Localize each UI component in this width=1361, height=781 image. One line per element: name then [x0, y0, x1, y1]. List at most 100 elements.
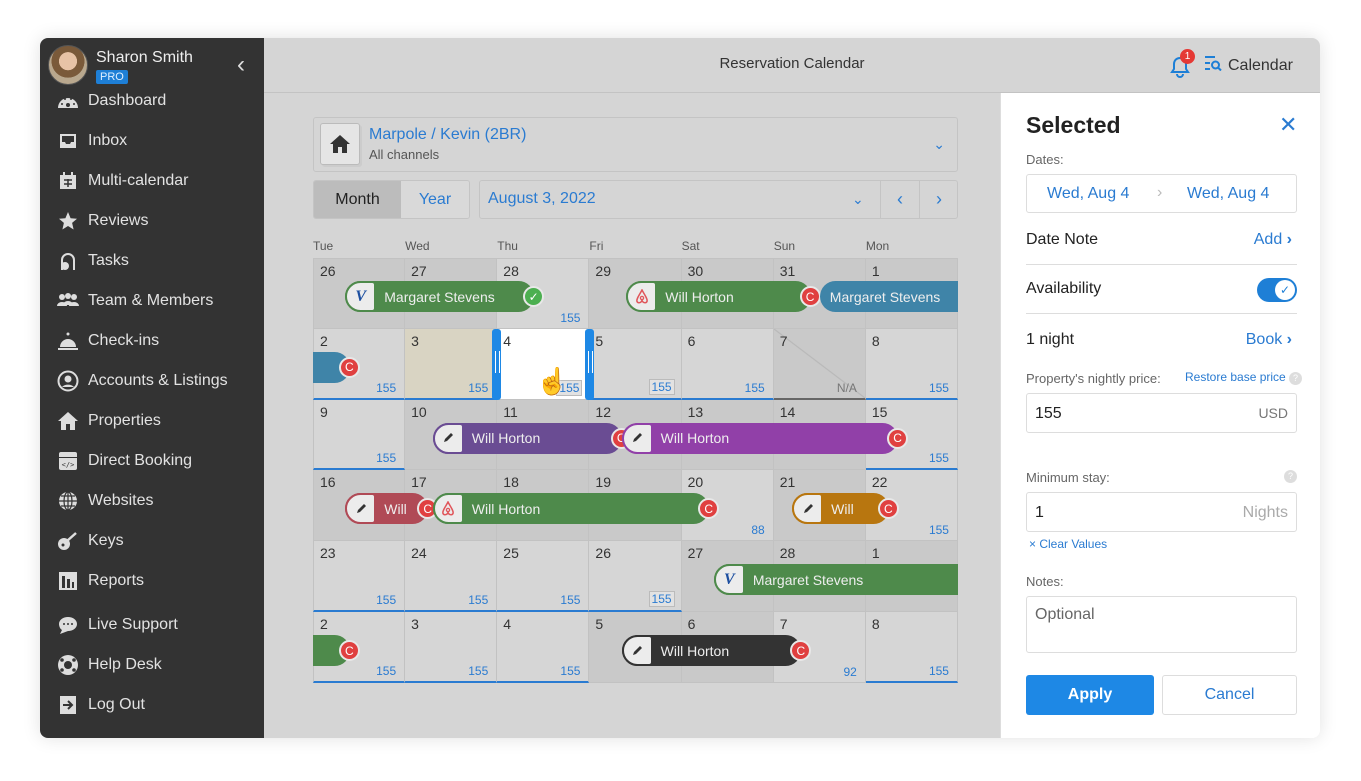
sidebar-item-label: Help Desk	[88, 656, 162, 673]
help-icon[interactable]: ?	[1284, 470, 1297, 483]
day-price: 155	[468, 380, 489, 395]
day-price: 155	[928, 380, 949, 395]
avatar[interactable]	[48, 45, 88, 85]
reservation-bar[interactable]: Will C	[792, 493, 899, 525]
calendar-day[interactable]: 25 155	[497, 541, 590, 612]
restore-base-price-link[interactable]: Restore base price ?	[1185, 370, 1303, 385]
day-number: 19	[595, 474, 611, 491]
calendar-day[interactable]: 8 155	[865, 612, 958, 683]
sidebar-item-log-out[interactable]: Log Out	[56, 690, 256, 720]
calendar-view-button[interactable]: Calendar	[1204, 55, 1293, 76]
day-price: 155	[928, 663, 949, 678]
sidebar-item-direct-booking[interactable]: </> Direct Booking	[56, 446, 256, 476]
calendar-day[interactable]: 26 155	[589, 541, 682, 612]
sidebar-item-dashboard[interactable]: Dashboard	[56, 86, 256, 116]
calendar-day[interactable]: 24 155	[405, 541, 498, 612]
sidebar-item-websites[interactable]: Websites	[56, 486, 256, 516]
calendar-day[interactable]: 6 155	[681, 328, 774, 400]
sidebar-item-label: Accounts & Listings	[88, 372, 228, 389]
day-price: 155	[376, 451, 397, 466]
chevron-left-icon[interactable]: ‹	[237, 51, 245, 79]
user-circle-icon	[56, 370, 80, 392]
sidebar-item-label: Reports	[88, 572, 145, 589]
property-selector[interactable]: Marpole / Kevin (2BR) All channels ⌄	[313, 117, 958, 172]
reservation-bar[interactable]: Will HortonC	[432, 493, 720, 525]
sidebar-item-properties[interactable]: Properties	[56, 406, 256, 436]
day-price: 155	[376, 663, 397, 678]
availability-toggle[interactable]: ✓	[1257, 278, 1297, 302]
next-month-button[interactable]: ›	[919, 181, 958, 218]
reservation-bar[interactable]: Will C	[345, 493, 439, 525]
chevron-down-icon[interactable]: ⌄	[852, 191, 864, 208]
property-name: Marpole / Kevin (2BR)	[369, 126, 527, 143]
code-window-icon: </>	[56, 451, 80, 471]
min-stay-input[interactable]: 1 Nights	[1026, 492, 1297, 532]
notes-textarea[interactable]: Optional	[1026, 596, 1297, 653]
selection-start-handle[interactable]	[492, 328, 502, 400]
notification-badge[interactable]: 1	[1180, 49, 1195, 64]
sidebar-item-live-support[interactable]: Live Support	[56, 610, 256, 640]
reservation-bar[interactable]: Margaret Stevens	[819, 281, 958, 312]
reservation-bar[interactable]: V Margaret Stevens	[713, 564, 958, 596]
help-icon[interactable]: ?	[1289, 372, 1303, 385]
current-date[interactable]: August 3, 2022	[488, 190, 596, 208]
calendar-day[interactable]: 23 155	[313, 541, 406, 612]
day-number: 5	[595, 616, 604, 632]
close-icon[interactable]: ✕	[1279, 112, 1297, 138]
price-input[interactable]: 155 USD	[1026, 393, 1297, 433]
sidebar-item-label: Multi-calendar	[88, 172, 189, 189]
reservation-bar[interactable]: C	[313, 351, 360, 383]
calendar-day[interactable]: 3 155	[405, 328, 498, 400]
calendar-day[interactable]: 5 155	[589, 328, 682, 400]
apply-button[interactable]: Apply	[1026, 675, 1154, 715]
reservation-bar[interactable]: C	[313, 635, 360, 666]
reservation-bar[interactable]: V Margaret Stevens ✓	[345, 281, 545, 312]
book-button[interactable]: Book ›	[1246, 331, 1292, 349]
sidebar-item-team-members[interactable]: Team & Members	[56, 286, 256, 316]
calendar-day[interactable]: 7 N/A	[773, 328, 866, 400]
day-number: 12	[595, 403, 611, 420]
sidebar-item-tasks[interactable]: Tasks	[56, 246, 256, 276]
day-number: 26	[320, 263, 336, 279]
sidebar-item-label: Check-ins	[88, 332, 160, 349]
tab-month[interactable]: Month	[314, 181, 401, 218]
calendar-day[interactable]: 3 155	[405, 612, 498, 683]
prev-month-button[interactable]: ‹	[880, 181, 919, 218]
sidebar-item-label: Reviews	[88, 212, 149, 229]
cancel-button[interactable]: Cancel	[1162, 675, 1297, 715]
date-to[interactable]: Wed, Aug 4	[1187, 185, 1269, 203]
reservation-bar[interactable]: Will HortonC	[621, 635, 812, 666]
day-number: 3	[411, 616, 419, 632]
day-number: 29	[595, 263, 611, 279]
calendar-day[interactable]: 9 155	[313, 399, 406, 471]
sidebar-item-label: Dashboard	[88, 92, 167, 109]
sidebar-item-inbox[interactable]: Inbox	[56, 126, 256, 156]
reservation-bar[interactable]: Will HortonC	[432, 422, 632, 454]
dates-label: Dates:	[1026, 152, 1064, 167]
sidebar-item-check-ins[interactable]: Check-ins	[56, 326, 256, 356]
sidebar-item-keys[interactable]: Keys	[56, 526, 256, 556]
sidebar-item-multi-calendar[interactable]: Multi-calendar	[56, 166, 256, 196]
pencil-icon	[792, 493, 824, 525]
reservation-bar[interactable]: Will HortonC	[626, 281, 821, 312]
date-from[interactable]: Wed, Aug 4	[1047, 185, 1129, 203]
pencil-icon	[345, 493, 377, 525]
clear-values-link[interactable]: × Clear Values	[1029, 537, 1107, 551]
currency-label: USD	[1258, 405, 1288, 421]
sidebar-item-reviews[interactable]: Reviews	[56, 206, 256, 236]
sidebar-item-accounts-listings[interactable]: Accounts & Listings	[56, 366, 256, 396]
check-icon: ✓	[1275, 280, 1295, 300]
sidebar-item-reports[interactable]: Reports	[56, 566, 256, 596]
user-profile[interactable]: Sharon Smith PRO ‹	[48, 45, 258, 89]
sidebar-item-label: Tasks	[88, 252, 129, 269]
chevron-down-icon[interactable]: ⌄	[933, 136, 945, 153]
calendar-day[interactable]: 4 155	[497, 612, 590, 683]
day-price: 155	[560, 592, 581, 607]
calendar-day[interactable]: 8 155	[865, 328, 958, 400]
tab-year[interactable]: Year	[401, 181, 469, 218]
add-date-note-button[interactable]: Add ›	[1254, 231, 1292, 249]
selection-end-handle[interactable]	[585, 328, 595, 400]
day-number: 20	[687, 474, 704, 491]
reservation-bar[interactable]: Will HortonC	[621, 422, 909, 454]
sidebar-item-help-desk[interactable]: Help Desk	[56, 650, 256, 680]
